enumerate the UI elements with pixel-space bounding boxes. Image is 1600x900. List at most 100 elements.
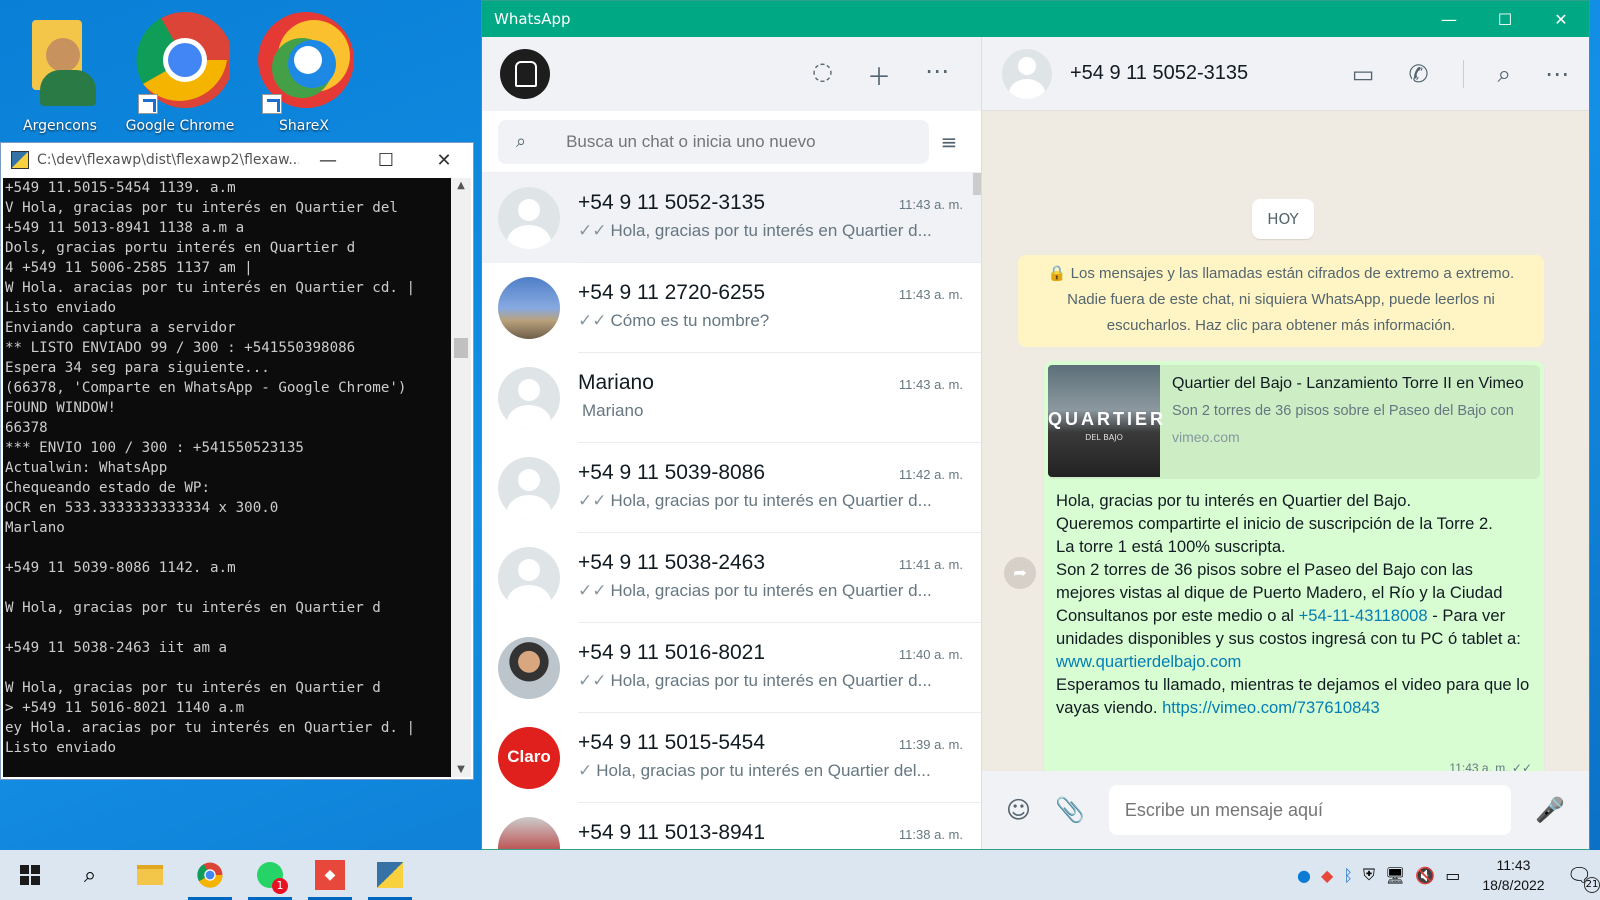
console-titlebar[interactable]: C:\dev\flexawp\dist\flexawp2\flexaw... —… <box>1 143 473 177</box>
anydesk-icon: ◆ <box>315 860 345 890</box>
attach-icon[interactable]: 📎 <box>1055 796 1085 824</box>
python-icon <box>11 151 29 169</box>
anydesk-tray-icon[interactable]: ◆ <box>1321 866 1333 885</box>
clock[interactable]: 11:43 18/8/2022 <box>1482 855 1544 895</box>
chat-list-item[interactable]: +54 9 11 2720-6255 11:43 a. m. ✓✓ Cómo es t… <box>482 263 981 353</box>
taskbar: ⌕ 1 ◆ ● ◆ ᛒ ⛨ 🖥 🔇 ▭ 11:43 18/8/2022 🗨 21 <box>0 850 1600 900</box>
chat-preview: Hola, gracias por tu interés en Quartier… <box>596 761 931 780</box>
menu-icon[interactable]: ⋯ <box>925 57 949 92</box>
encryption-notice[interactable]: 🔒 Los mensajes y las llamadas están cifr… <box>1018 255 1544 347</box>
volume-muted-icon[interactable]: 🔇 <box>1415 866 1435 885</box>
search-icon[interactable]: ⌕ <box>1498 60 1511 88</box>
filter-icon[interactable]: ≡ <box>929 130 969 154</box>
folder-user-icon <box>10 8 110 116</box>
read-receipt-icon: ✓ <box>578 761 593 780</box>
read-receipt-icon: ✓✓ <box>578 221 607 240</box>
chat-list-item[interactable]: Claro +54 9 11 5015-5454 11:39 a. m. ✓ Hola,… <box>482 713 981 803</box>
profile-avatar[interactable] <box>500 49 550 99</box>
search-box[interactable]: ⌕ <box>498 119 929 164</box>
conversation-panel: +54 9 11 5052-3135 ▭ ✆ ⌕ ⋯ HOY 🔒 Los men… <box>982 37 1589 849</box>
chat-avatar <box>498 187 560 249</box>
chat-list-item[interactable]: Mariano 11:43 a. m. Mariano <box>482 353 981 443</box>
contact-name[interactable]: +54 9 11 5052-3135 <box>1070 62 1318 85</box>
taskbar-chrome[interactable] <box>180 850 240 900</box>
chat-list-item[interactable]: +54 9 11 5052-3135 11:43 a. m. ✓✓ Hola, gra… <box>482 173 981 263</box>
console-scrollbar[interactable]: ▲ ▼ <box>451 178 471 777</box>
maximize-button[interactable]: ☐ <box>357 150 415 171</box>
search-input[interactable] <box>566 131 929 152</box>
scroll-down-icon[interactable]: ▼ <box>451 764 471 775</box>
desktop-icon-argencons[interactable]: Argencons <box>4 8 116 134</box>
scrollbar-thumb[interactable] <box>454 338 468 358</box>
chat-time: 11:42 a. m. <box>898 467 963 482</box>
bluetooth-icon[interactable]: ᛒ <box>1343 866 1353 885</box>
video-link[interactable]: https://vimeo.com/737610843 <box>1162 698 1380 717</box>
emoji-icon[interactable]: ☺ <box>1006 796 1031 824</box>
chat-avatar: Claro <box>498 727 560 789</box>
chat-time: 11:40 a. m. <box>898 647 963 662</box>
taskbar-file-explorer[interactable] <box>120 850 180 900</box>
taskbar-python[interactable] <box>360 850 420 900</box>
link-preview-title: Quartier del Bajo - Lanzamiento Torre II… <box>1172 375 1524 392</box>
network-icon[interactable]: 🖥 <box>1385 866 1405 885</box>
minimize-button[interactable]: — <box>299 150 357 171</box>
desktop-icon-sharex[interactable]: ShareX <box>248 8 360 134</box>
clock-date: 18/8/2022 <box>1482 877 1545 893</box>
desktop-icon-label: Google Chrome <box>125 118 235 134</box>
chat-list-scrollbar[interactable] <box>973 173 981 195</box>
message-text-part: Hola, gracias por tu interés en Quartier… <box>1056 491 1503 625</box>
video-thumbnail[interactable]: QUARTIER DEL BAJO <box>1048 365 1166 477</box>
python-icon <box>377 862 403 888</box>
phone-call-icon[interactable]: ✆ <box>1408 60 1428 88</box>
taskbar-search-button[interactable]: ⌕ <box>60 850 120 900</box>
chat-avatar <box>498 367 560 429</box>
forward-icon[interactable]: ➦ <box>1004 557 1036 589</box>
whatsapp-titlebar[interactable]: WhatsApp — ☐ ✕ <box>482 1 1589 37</box>
maximize-button[interactable]: ☐ <box>1477 10 1533 29</box>
chat-list-item[interactable]: +54 9 11 5013-8941 11:38 a. m. <box>482 803 981 849</box>
menu-icon[interactable]: ⋯ <box>1545 60 1569 88</box>
whatsapp-window: WhatsApp — ☐ ✕ ◌ ＋ ⋯ ⌕ ≡ +54 9 11 5052-3… <box>481 0 1590 850</box>
clock-time: 11:43 <box>1496 857 1531 873</box>
scroll-up-icon[interactable]: ▲ <box>451 180 471 191</box>
contact-avatar[interactable] <box>1002 48 1052 99</box>
link-preview[interactable]: QUARTIER DEL BAJO Quartier del Bajo - La… <box>1048 365 1540 479</box>
phone-link[interactable]: +54-11-43118008 <box>1299 606 1428 625</box>
video-call-icon[interactable]: ▭ <box>1352 60 1375 88</box>
window-title: WhatsApp <box>494 10 571 28</box>
chat-avatar <box>498 277 560 339</box>
chat-avatar <box>498 637 560 699</box>
close-button[interactable]: ✕ <box>1533 10 1589 29</box>
microphone-icon[interactable]: 🎤 <box>1535 796 1565 824</box>
website-link[interactable]: www.quartierdelbajo.com <box>1056 652 1241 671</box>
read-receipt-icon: ✓✓ <box>578 581 607 600</box>
edge-icon[interactable]: ● <box>1297 866 1311 885</box>
chat-list-item[interactable]: +54 9 11 5016-8021 11:40 a. m. ✓✓ Hola, gra… <box>482 623 981 713</box>
battery-icon[interactable]: ▭ <box>1445 866 1460 885</box>
chat-list-item[interactable]: +54 9 11 5038-2463 11:41 a. m. ✓✓ Hola, gra… <box>482 533 981 623</box>
message-input[interactable] <box>1108 785 1512 835</box>
chat-time: 11:39 a. m. <box>898 737 963 752</box>
chat-list-panel: ◌ ＋ ⋯ ⌕ ≡ +54 9 11 5052-313511:43 a. m.✓… <box>482 37 982 849</box>
console-window: C:\dev\flexawp\dist\flexawp2\flexaw... —… <box>0 142 474 780</box>
day-label: HOY <box>1252 199 1314 239</box>
taskbar-whatsapp[interactable]: 1 <box>240 850 300 900</box>
search-icon: ⌕ <box>83 862 97 888</box>
header-divider <box>1462 59 1464 88</box>
notification-center-button[interactable]: 🗨 21 <box>1567 863 1600 893</box>
notification-count: 21 <box>1584 877 1600 893</box>
close-button[interactable]: ✕ <box>415 150 473 171</box>
desktop-icon-chrome[interactable]: Google Chrome <box>124 8 236 134</box>
chat-list-item[interactable]: +54 9 11 5039-8086 11:42 a. m. ✓✓ Hola, gra… <box>482 443 981 533</box>
chat-avatar <box>498 457 560 519</box>
thumbnail-title: QUARTIER <box>1048 409 1166 429</box>
start-button[interactable] <box>0 850 60 900</box>
status-icon[interactable]: ◌ <box>812 57 833 92</box>
security-icon[interactable]: ⛨ <box>1363 865 1375 885</box>
minimize-button[interactable]: — <box>1421 10 1477 29</box>
new-chat-icon[interactable]: ＋ <box>867 57 891 92</box>
taskbar-anydesk[interactable]: ◆ <box>300 850 360 900</box>
chat-list-header: ◌ ＋ ⋯ <box>482 37 981 111</box>
chat-preview: Hola, gracias por tu interés en Quartier… <box>610 581 932 600</box>
conversation-header[interactable]: +54 9 11 5052-3135 ▭ ✆ ⌕ ⋯ <box>982 37 1589 111</box>
